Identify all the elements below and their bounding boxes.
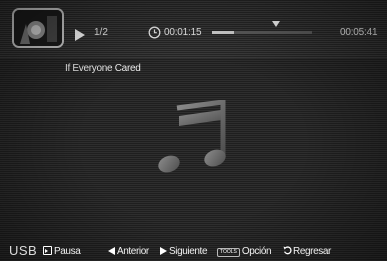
arrow-left-icon [108,247,115,255]
next-label: Siguiente [169,246,208,257]
next-button[interactable]: Siguiente [160,246,208,257]
total-time: 00:05:41 [340,27,378,38]
option-label: Opción [241,246,272,257]
clock-icon [148,26,161,39]
arrow-right-icon [160,247,167,255]
tools-icon: TOOLS [217,248,240,257]
song-title: If Everyone Cared [65,63,141,74]
progress-fill [212,31,234,34]
info-bar: 1/2 00:01:15 00:05:41 [0,0,387,58]
progress-marker [272,21,280,27]
control-bar: USB Pausa Anterior Siguiente TOOLS Opción… [0,240,387,261]
enter-icon [43,246,52,255]
track-index: 1/2 [94,27,108,38]
progress-bar[interactable] [212,21,312,34]
tools-option-button[interactable]: TOOLS Opción [217,246,272,257]
return-label: Regresar [293,246,331,257]
pause-button[interactable]: Pausa [43,246,81,257]
album-thumbnail-art [14,10,62,46]
return-icon [283,246,292,255]
album-thumbnail [12,8,64,48]
return-button[interactable]: Regresar [283,246,331,257]
source-label: USB [9,243,38,258]
pause-label: Pausa [54,246,81,257]
music-note-icon [158,100,226,173]
elapsed-time: 00:01:15 [164,27,202,38]
media-player-screen: 1/2 00:01:15 00:05:41 If Everyone Cared … [0,0,387,261]
play-icon [75,29,85,41]
previous-button[interactable]: Anterior [108,246,149,257]
previous-label: Anterior [117,246,149,257]
